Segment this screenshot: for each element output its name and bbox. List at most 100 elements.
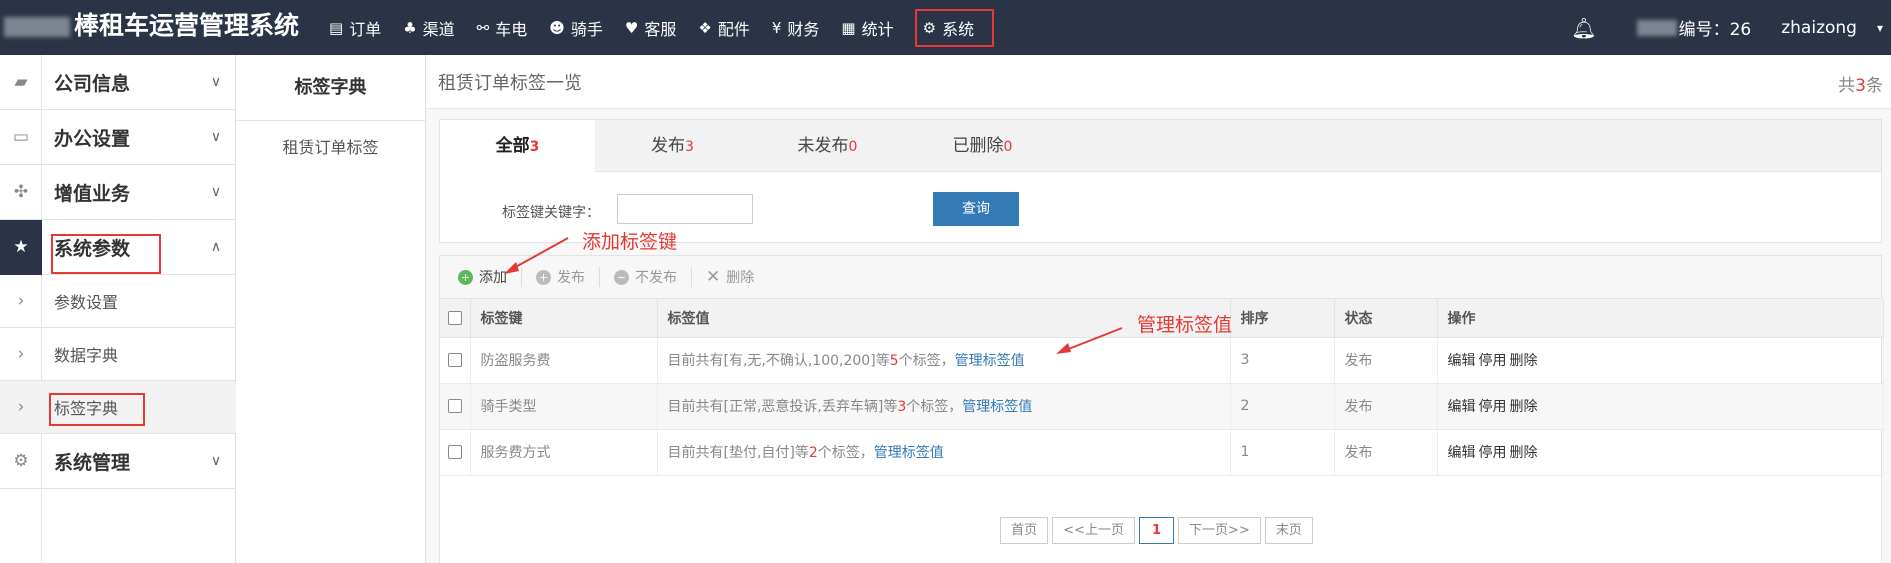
plus-circle-icon: + [458, 269, 473, 285]
first-page-button[interactable]: 首页 [1000, 517, 1049, 544]
delete-link[interactable]: 删除 [1510, 353, 1538, 369]
filter-card: 全部3 发布3 未发布0 已删除0 标签键关键字： 查询 [439, 119, 1882, 243]
col-key: 标签键 [470, 299, 658, 338]
manage-values-link[interactable]: 管理标签值 [962, 399, 1032, 415]
query-button[interactable]: 查询 [933, 192, 1019, 226]
keyword-input[interactable] [617, 194, 753, 224]
chevron-right-icon: › [17, 291, 25, 311]
tag-order: 3 [1230, 337, 1335, 384]
disable-link[interactable]: 停用 [1479, 399, 1507, 415]
edit-link[interactable]: 编辑 [1448, 353, 1476, 369]
table-toolbar: + 添加 + 发布 − 不发布 ✕ 删除 [440, 256, 1881, 299]
nav-parts[interactable]: ❖ 配件 [687, 9, 760, 47]
briefcase-icon: ▰ [14, 72, 28, 92]
prev-page-button[interactable]: <<上一页 [1052, 517, 1135, 544]
tag-key: 骑手类型 [470, 383, 658, 430]
disable-link[interactable]: 停用 [1479, 445, 1507, 461]
disable-link[interactable]: 停用 [1479, 353, 1507, 369]
nav-orders[interactable]: ▤ 订单 [318, 9, 392, 47]
nav-system[interactable]: ⚙ 系统 [914, 8, 995, 47]
keyword-label: 标签键关键字： [502, 205, 600, 221]
delete-button[interactable]: ✕ 删除 [706, 267, 768, 287]
pagination: 首页 <<上一页 1 下一页>> 末页 [426, 517, 1891, 544]
annotation-add-key: 添加标签键 [582, 231, 678, 253]
main-content: 租赁订单标签一览 共3条 全部3 发布3 未发布0 已删除0 标签键关键字： 查… [426, 55, 1891, 563]
page-title: 租赁订单标签一览 [438, 73, 582, 94]
tab-deleted[interactable]: 已删除0 [905, 120, 1060, 172]
tab-unpublished[interactable]: 未发布0 [750, 120, 905, 172]
tag-key: 服务费方式 [470, 429, 658, 476]
chevron-down-icon: ∨ [210, 74, 222, 90]
tag-key: 防盗服务费 [470, 337, 658, 384]
tag-status: 发布 [1334, 429, 1438, 476]
nav-service[interactable]: ♥ 客服 [614, 9, 687, 47]
plus-circle-icon: + [536, 269, 551, 285]
edit-link[interactable]: 编辑 [1448, 445, 1476, 461]
manage-values-link[interactable]: 管理标签值 [955, 353, 1025, 369]
cubes-icon: ❖ [698, 18, 712, 37]
row-actions: 编辑 停用 删除 [1437, 383, 1884, 430]
menu-company-info[interactable]: ▰ 公司信息 ∨ [0, 55, 236, 110]
chevron-down-icon: ∨ [210, 453, 222, 469]
publish-button[interactable]: + 发布 [536, 267, 600, 287]
delete-link[interactable]: 删除 [1510, 445, 1538, 461]
sub-nav: 标签字典 租赁订单标签 [236, 55, 426, 563]
nav-stats[interactable]: ▦ 统计 [830, 9, 904, 47]
menu-office-settings[interactable]: ▭ 办公设置 ∨ [0, 110, 236, 165]
star-icon: ★ [0, 219, 42, 275]
close-icon: ✕ [706, 267, 721, 287]
highlight-box [51, 234, 161, 274]
gear-icon: ⚙ [922, 18, 937, 37]
tab-published[interactable]: 发布3 [595, 120, 750, 172]
annotation-arrows [504, 237, 1123, 354]
row-checkbox[interactable] [447, 353, 462, 367]
sub-nav-item-rental-tags[interactable]: 租赁订单标签 [236, 121, 425, 175]
last-page-button[interactable]: 末页 [1264, 517, 1313, 544]
status-tabs: 全部3 发布3 未发布0 已删除0 [440, 120, 1881, 172]
select-all-checkbox[interactable] [447, 310, 462, 325]
user-area: 🔔︎ 编号：26 zhaizong ▾ [1571, 0, 1891, 55]
manage-values-link[interactable]: 管理标签值 [874, 445, 944, 461]
current-page[interactable]: 1 [1138, 517, 1175, 544]
username[interactable]: zhaizong [1781, 18, 1857, 38]
tag-value: 目前共有[垫付,自付]等2个标签，管理标签值 [657, 429, 1231, 476]
nav-vehicles[interactable]: ⚯ 车电 [466, 9, 539, 47]
main-header: 租赁订单标签一览 共3条 [426, 55, 1891, 109]
annotation-manage-value: 管理标签值 [1137, 314, 1233, 336]
heart-icon: ♥ [624, 18, 639, 37]
chevron-right-icon: › [17, 344, 25, 364]
col-status: 状态 [1334, 299, 1438, 338]
chevron-right-icon: › [17, 397, 25, 417]
unpublish-button[interactable]: − 不发布 [614, 267, 692, 287]
delete-link[interactable]: 删除 [1510, 399, 1538, 415]
row-checkbox[interactable] [447, 399, 462, 413]
monitor-icon: ▭ [12, 127, 30, 147]
menu-system-mgmt[interactable]: ⚙ 系统管理 ∨ [0, 434, 236, 489]
blurred-logo [4, 17, 70, 37]
table-row: 骑手类型 目前共有[正常,恶意投诉,丢弃车辆]等3个标签，管理标签值 2 发布 … [440, 383, 1884, 430]
nav-channels[interactable]: ♣ 渠道 [392, 9, 465, 47]
next-page-button[interactable]: 下一页>> [1178, 517, 1261, 544]
chevron-down-icon[interactable]: ▾ [1877, 21, 1883, 35]
row-checkbox[interactable] [447, 445, 462, 459]
sub-nav-title: 标签字典 [236, 55, 425, 121]
main-nav: ▤ 订单 ♣ 渠道 ⚯ 车电 ☻ 骑手 ♥ 客服 ❖ 配件 ¥ 财务 ▦ 统计 ⚙ 系统 [318, 0, 995, 55]
tab-all[interactable]: 全部3 [440, 120, 595, 172]
bell-icon[interactable]: 🔔︎ [1571, 16, 1596, 40]
minus-circle-icon: − [614, 269, 629, 285]
tag-status: 发布 [1334, 383, 1438, 430]
edit-link[interactable]: 编辑 [1448, 399, 1476, 415]
menu-data-dict[interactable]: › 数据字典 [0, 328, 236, 381]
motorbike-icon: ⚯ [476, 18, 490, 37]
chart-icon: ▦ [841, 18, 856, 37]
col-order: 排序 [1230, 299, 1335, 338]
menu-param-settings[interactable]: › 参数设置 [0, 275, 236, 328]
highlight-box [49, 393, 145, 426]
app-title: 棒租车运营管理系统 [0, 0, 299, 55]
menu-value-added[interactable]: ✣ 增值业务 ∨ [0, 165, 236, 220]
chevron-down-icon: ∨ [210, 184, 222, 200]
nav-riders[interactable]: ☻ 骑手 [538, 9, 614, 47]
gear-icon: ⚙ [13, 451, 29, 471]
nav-finance[interactable]: ¥ 财务 [761, 9, 831, 47]
table-row: 服务费方式 目前共有[垫付,自付]等2个标签，管理标签值 1 发布 编辑 停用 删除 [440, 429, 1884, 476]
